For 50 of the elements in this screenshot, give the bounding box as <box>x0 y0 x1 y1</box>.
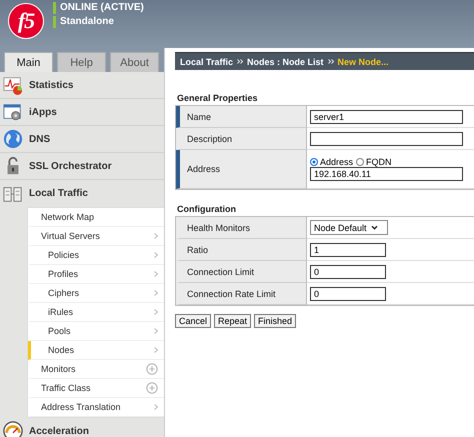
chart-icon <box>3 75 23 95</box>
double-chevron-icon <box>237 59 244 64</box>
gauge-icon <box>3 421 23 437</box>
section-title: General Properties <box>177 93 259 103</box>
double-chevron-icon <box>328 59 334 64</box>
dropdown[interactable]: Node Default <box>310 220 388 235</box>
status-text: ONLINE (ACTIVE) <box>53 2 144 14</box>
text-field[interactable]: 1 <box>310 242 386 256</box>
label-cell: Description <box>176 128 307 150</box>
menu-item[interactable]: Traffic Class <box>28 379 164 398</box>
plus-icon <box>146 363 158 375</box>
menu-item[interactable]: Nodes <box>28 341 164 360</box>
chevron-icon <box>154 309 158 315</box>
label-cell: Name <box>176 106 307 128</box>
label-cell: Health Monitors <box>176 217 307 239</box>
logo: f5 <box>8 3 44 39</box>
plus-icon <box>146 382 158 394</box>
breadcrumb-current: New Node... <box>338 56 389 66</box>
label-cell: Connection Limit <box>176 261 307 283</box>
text-field[interactable]: server1 <box>310 110 463 124</box>
label-cell: Address <box>176 150 307 189</box>
breadcrumb-link[interactable]: Nodes : Node List <box>247 56 324 66</box>
form-button[interactable]: Repeat <box>214 314 252 328</box>
status-text: Standalone <box>53 16 144 28</box>
chevron-icon <box>154 347 158 353</box>
window-gear-icon <box>3 102 23 122</box>
label-cell: Connection Rate Limit <box>176 283 307 305</box>
chevron-icon <box>154 271 158 277</box>
text-field[interactable] <box>310 132 463 146</box>
text-field[interactable]: 192.168.40.11 <box>310 167 463 181</box>
chevron-icon <box>154 233 158 239</box>
radio-button[interactable]: FQDN <box>356 157 392 167</box>
radio-button[interactable]: Address <box>310 157 354 167</box>
tab[interactable]: Main <box>4 52 53 72</box>
chevron-icon <box>154 328 158 334</box>
globe-icon <box>3 129 23 149</box>
label-cell: Ratio <box>176 239 307 261</box>
text-field[interactable]: 0 <box>310 264 386 278</box>
tab[interactable]: About <box>110 52 159 72</box>
chevron-icon <box>154 404 158 410</box>
tab[interactable]: Help <box>57 52 106 72</box>
chevron-down-icon <box>370 225 378 230</box>
text-field[interactable]: 0 <box>310 286 386 300</box>
form-button[interactable]: Finished <box>254 314 296 328</box>
form-button[interactable]: Cancel <box>175 314 212 328</box>
section-title: Configuration <box>177 204 237 214</box>
chevron-icon <box>154 252 158 258</box>
chevron-icon <box>154 290 158 296</box>
breadcrumb-link[interactable]: Local Traffic <box>180 56 234 66</box>
menu-item[interactable]: Monitors <box>28 360 164 379</box>
